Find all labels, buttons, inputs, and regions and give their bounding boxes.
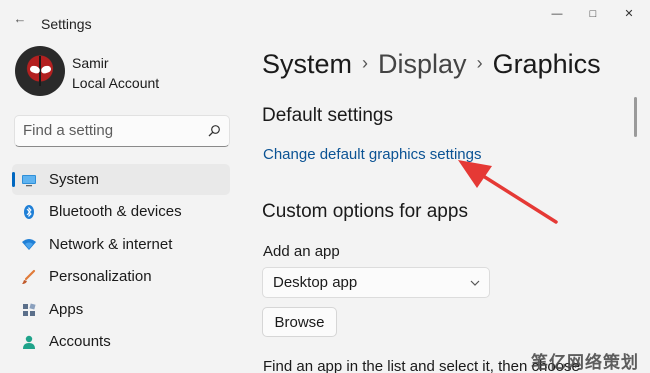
browse-button[interactable]: Browse: [262, 307, 337, 337]
sidebar-item-network[interactable]: Network & internet: [12, 229, 230, 260]
search-input[interactable]: [23, 122, 203, 139]
avatar[interactable]: [15, 46, 65, 96]
watermark: 笔亿网络策划: [531, 353, 639, 372]
sidebar-item-label: System: [49, 171, 100, 188]
monitor-icon: [22, 175, 36, 187]
title-bar: ← Settings — □ ✕: [0, 0, 650, 36]
breadcrumb-separator: ›: [476, 53, 483, 73]
page-title: Graphics: [492, 49, 601, 79]
sidebar-item-apps[interactable]: Apps: [12, 294, 230, 325]
sidebar-item-label: Personalization: [49, 268, 152, 286]
user-name: Samir: [72, 55, 109, 71]
sidebar-item-label: Bluetooth & devices: [49, 203, 182, 221]
app-type-dropdown[interactable]: Desktop app: [262, 267, 490, 298]
custom-options-heading: Custom options for apps: [262, 201, 468, 222]
back-arrow-icon: ←: [13, 11, 27, 26]
sidebar: Samir Local Account System: [0, 36, 245, 373]
app-title: Settings: [41, 16, 92, 32]
app-type-value: Desktop app: [273, 274, 358, 291]
chevron-down-icon: [470, 280, 480, 286]
minimize-button[interactable]: —: [545, 4, 569, 24]
change-default-graphics-link[interactable]: Change default graphics settings: [263, 146, 481, 163]
account-type: Local Account: [72, 75, 160, 91]
person-icon: [23, 335, 35, 349]
add-app-label: Add an app: [263, 243, 340, 260]
back-button[interactable]: ←: [8, 8, 32, 30]
search-icon[interactable]: [207, 124, 221, 138]
sidebar-item-label: Accounts: [49, 332, 111, 350]
sidebar-item-system[interactable]: System: [12, 164, 230, 195]
sidebar-item-bluetooth[interactable]: Bluetooth & devices: [12, 196, 230, 227]
breadcrumb-item-display[interactable]: Display: [378, 49, 467, 79]
maximize-button[interactable]: □: [581, 4, 605, 24]
sidebar-item-label: Network & internet: [49, 235, 173, 253]
scrollbar[interactable]: [634, 97, 637, 137]
wifi-icon: [22, 238, 36, 250]
brush-icon: [22, 270, 36, 285]
close-button[interactable]: ✕: [617, 4, 641, 24]
search-box[interactable]: [14, 115, 230, 147]
bluetooth-icon: [24, 205, 34, 220]
active-indicator: [12, 172, 15, 187]
sidebar-item-label: Apps: [49, 300, 84, 318]
settings-window: ← Settings — □ ✕ Samir Local Account Fin…: [0, 0, 650, 373]
apps-icon: [23, 303, 36, 316]
breadcrumb-item-system[interactable]: System: [262, 49, 352, 79]
sidebar-item-accounts[interactable]: Accounts: [12, 326, 230, 357]
breadcrumb: System › Display › Graphics: [262, 49, 601, 80]
default-settings-heading: Default settings: [262, 105, 393, 126]
sidebar-item-personalization[interactable]: Personalization: [12, 261, 230, 292]
breadcrumb-separator: ›: [362, 53, 369, 73]
sidebar-nav: System Bluetooth & devices Network & int…: [12, 164, 230, 358]
main-content: System › Display › Graphics Default settings…: [245, 36, 650, 373]
